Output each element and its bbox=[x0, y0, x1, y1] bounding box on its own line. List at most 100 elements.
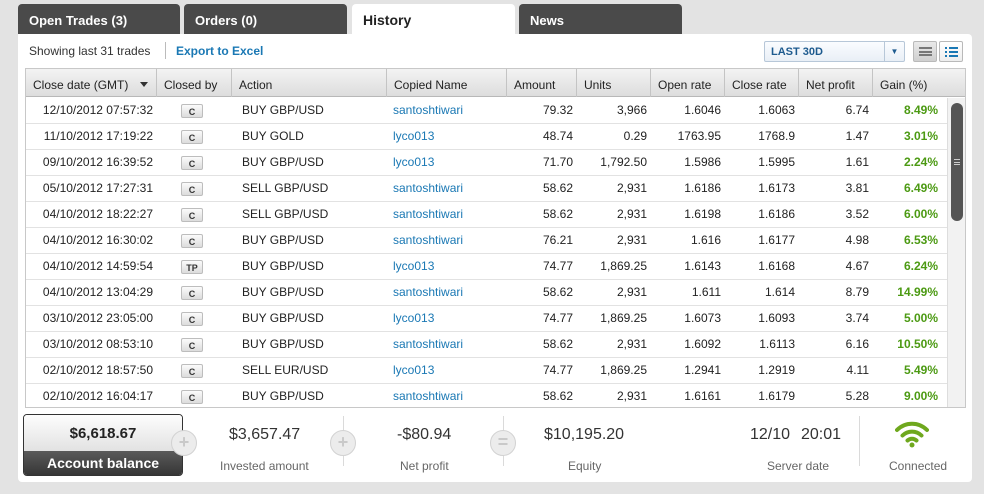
cell-open-rate: 1.616 bbox=[690, 233, 721, 247]
col-amount[interactable]: Amount bbox=[506, 69, 576, 97]
cell-units: 2,931 bbox=[616, 233, 647, 247]
table-header: Close date (GMT) Closed by Action Copied… bbox=[26, 69, 965, 97]
col-close-rate[interactable]: Close rate bbox=[724, 69, 798, 97]
table-row[interactable]: 03/10/2012 08:53:10 C BUY GBP/USD santoshti… bbox=[26, 332, 947, 358]
table-row[interactable]: 04/10/2012 14:59:54 TP BUY GBP/USD lyco013 7… bbox=[26, 254, 947, 280]
cell-close-date: 02/10/2012 16:04:17 bbox=[42, 389, 153, 403]
cell-close-date: 11/10/2012 17:19:22 bbox=[43, 129, 153, 143]
table-row[interactable]: 04/10/2012 13:04:29 C BUY GBP/USD santoshti… bbox=[26, 280, 947, 306]
closed-by-badge: C bbox=[181, 130, 203, 144]
cell-net-profit: 4.11 bbox=[846, 363, 869, 377]
cell-copied-name[interactable]: santoshtiwari bbox=[393, 228, 503, 253]
tab-orders[interactable]: Orders (0) bbox=[184, 4, 347, 34]
cell-open-rate: 1.6161 bbox=[684, 389, 721, 403]
toolbar-divider bbox=[165, 42, 166, 59]
cell-action: BUY GBP/USD bbox=[242, 285, 324, 299]
cell-gain: 14.99% bbox=[897, 285, 938, 299]
cell-copied-name[interactable]: santoshtiwari bbox=[393, 176, 503, 201]
cell-copied-name[interactable]: santoshtiwari bbox=[393, 202, 503, 227]
cell-close-date: 03/10/2012 23:05:00 bbox=[42, 311, 153, 325]
account-balance-box[interactable]: $6,618.67 Account balance bbox=[23, 414, 183, 476]
col-closed-by[interactable]: Closed by bbox=[156, 69, 231, 97]
col-gain[interactable]: Gain (%) bbox=[872, 69, 965, 97]
col-action[interactable]: Action bbox=[231, 69, 386, 97]
cell-copied-name[interactable]: santoshtiwari bbox=[393, 332, 503, 357]
netprofit-value: -$80.94 bbox=[397, 426, 452, 443]
cell-units: 1,792.50 bbox=[600, 155, 647, 169]
closed-by-badge: TP bbox=[181, 260, 203, 274]
server-time: 20:01 bbox=[801, 426, 842, 443]
col-net-profit[interactable]: Net profit bbox=[798, 69, 872, 97]
cell-copied-name[interactable]: lyco013 bbox=[393, 124, 503, 149]
closed-by-badge: C bbox=[181, 338, 203, 352]
cell-net-profit: 6.16 bbox=[845, 337, 869, 351]
cell-gain: 6.24% bbox=[903, 259, 938, 273]
table-row[interactable]: 02/10/2012 16:04:17 C BUY GBP/USD santoshti… bbox=[26, 384, 947, 407]
table-row[interactable]: 03/10/2012 23:05:00 C BUY GBP/USD lyco013 74… bbox=[26, 306, 947, 332]
col-close-date[interactable]: Close date (GMT) bbox=[26, 69, 156, 97]
balance-value: $6,618.67 bbox=[24, 415, 182, 451]
cell-copied-name[interactable]: lyco013 bbox=[393, 306, 503, 331]
cell-close-rate: 1.6173 bbox=[758, 181, 795, 195]
list-view-button[interactable] bbox=[913, 41, 937, 62]
detail-view-icon bbox=[944, 46, 958, 57]
dropdown-caret-icon[interactable]: ▼ bbox=[884, 42, 904, 61]
cell-amount: 71.70 bbox=[542, 155, 573, 169]
cell-action: BUY GBP/USD bbox=[242, 103, 324, 117]
table-row[interactable]: 05/10/2012 17:27:31 C SELL GBP/USD santosht… bbox=[26, 176, 947, 202]
cell-net-profit: 4.98 bbox=[845, 233, 869, 247]
cell-copied-name[interactable]: santoshtiwari bbox=[393, 98, 503, 123]
cell-copied-name[interactable]: lyco013 bbox=[393, 358, 503, 383]
closed-by-badge: C bbox=[181, 208, 203, 222]
plus-icon: + bbox=[171, 430, 197, 456]
table-row[interactable]: 09/10/2012 16:39:52 C BUY GBP/USD lyco013 71… bbox=[26, 150, 947, 176]
cell-action: SELL GBP/USD bbox=[242, 207, 329, 221]
cell-close-date: 04/10/2012 16:30:02 bbox=[42, 233, 153, 247]
cell-amount: 74.77 bbox=[542, 363, 573, 377]
closed-by-badge: C bbox=[181, 286, 203, 300]
cell-net-profit: 1.61 bbox=[845, 155, 869, 169]
cell-gain: 10.50% bbox=[897, 337, 938, 351]
detail-view-button[interactable] bbox=[939, 41, 963, 62]
cell-copied-name[interactable]: santoshtiwari bbox=[393, 384, 503, 407]
table-row[interactable]: 04/10/2012 16:30:02 C BUY GBP/USD santoshti… bbox=[26, 228, 947, 254]
closed-by-badge: C bbox=[181, 182, 203, 196]
cell-gain: 2.24% bbox=[903, 155, 938, 169]
col-units[interactable]: Units bbox=[576, 69, 650, 97]
table-row[interactable]: 12/10/2012 07:57:32 C BUY GBP/USD santoshti… bbox=[26, 98, 947, 124]
scroll-thumb[interactable] bbox=[951, 103, 963, 221]
connection-label: Connected bbox=[889, 459, 948, 473]
table-row[interactable]: 04/10/2012 18:22:27 C SELL GBP/USD santosht… bbox=[26, 202, 947, 228]
table-row[interactable]: 02/10/2012 18:57:50 C SELL EUR/USD lyco013 7… bbox=[26, 358, 947, 384]
date-range-select[interactable]: LAST 30D ▼ bbox=[764, 41, 905, 62]
col-copied-name[interactable]: Copied Name bbox=[386, 69, 506, 97]
cell-action: BUY GBP/USD bbox=[242, 233, 324, 247]
table-row[interactable]: 11/10/2012 17:19:22 C BUY GOLD lyco013 48.74… bbox=[26, 124, 947, 150]
summary-divider bbox=[859, 416, 860, 466]
cell-copied-name[interactable]: lyco013 bbox=[393, 254, 503, 279]
cell-open-rate: 1.6186 bbox=[684, 181, 721, 195]
closed-by-badge: C bbox=[181, 364, 203, 378]
vertical-scrollbar[interactable] bbox=[947, 98, 965, 407]
cell-gain: 6.00% bbox=[903, 207, 938, 221]
tab-news[interactable]: News bbox=[519, 4, 682, 34]
cell-open-rate: 1.5986 bbox=[684, 155, 721, 169]
tab-history[interactable]: History bbox=[352, 4, 515, 36]
cell-amount: 74.77 bbox=[542, 259, 573, 273]
netprofit-label: Net profit bbox=[400, 459, 449, 473]
cell-net-profit: 3.52 bbox=[845, 207, 869, 221]
cell-copied-name[interactable]: santoshtiwari bbox=[393, 280, 503, 305]
trades-table: Close date (GMT) Closed by Action Copied… bbox=[25, 68, 966, 408]
cell-open-rate: 1.6046 bbox=[684, 103, 721, 117]
cell-gain: 5.49% bbox=[903, 363, 938, 377]
export-excel-link[interactable]: Export to Excel bbox=[176, 44, 263, 58]
plus-icon: + bbox=[330, 430, 356, 456]
cell-open-rate: 1.6092 bbox=[684, 337, 721, 351]
sort-caret-icon bbox=[140, 82, 148, 87]
cell-close-date: 05/10/2012 17:27:31 bbox=[42, 181, 153, 195]
cell-copied-name[interactable]: lyco013 bbox=[393, 150, 503, 175]
tab-open-trades[interactable]: Open Trades (3) bbox=[18, 4, 180, 34]
date-range-value: LAST 30D bbox=[771, 46, 823, 58]
cell-close-date: 04/10/2012 14:59:54 bbox=[42, 259, 153, 273]
col-open-rate[interactable]: Open rate bbox=[650, 69, 724, 97]
